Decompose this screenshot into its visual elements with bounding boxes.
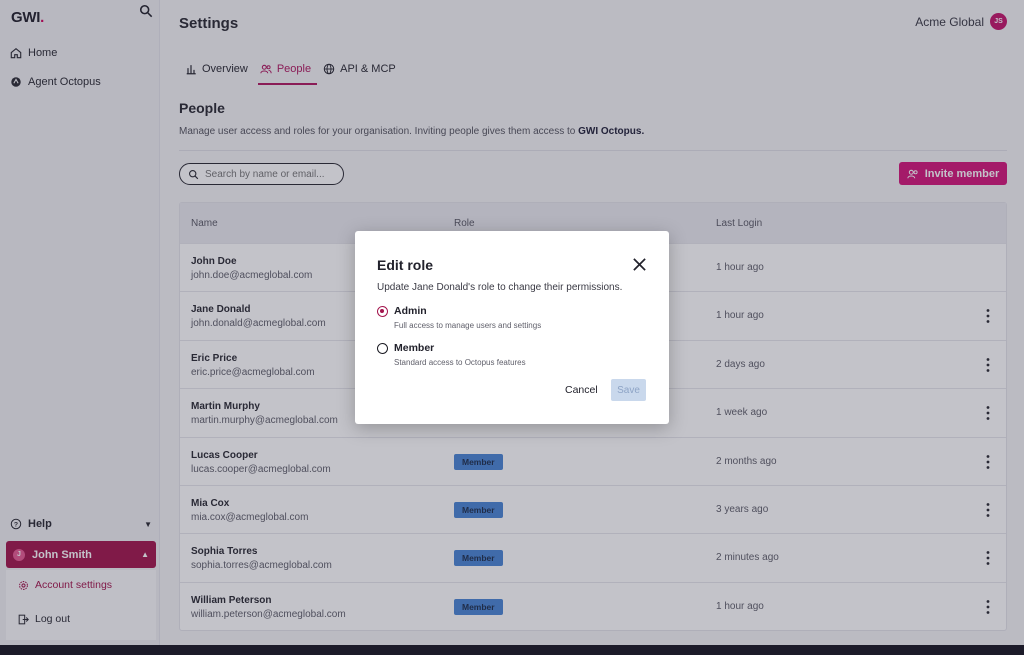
option-description: Full access to manage users and settings [394, 321, 542, 330]
role-option-member[interactable]: Member Standard access to Octopus featur… [377, 342, 526, 367]
dialog-title: Edit role [377, 257, 434, 273]
role-option-admin[interactable]: Admin Full access to manage users and se… [377, 305, 541, 330]
save-button[interactable]: Save [611, 379, 646, 401]
radio-member[interactable] [377, 343, 388, 354]
radio-admin[interactable] [377, 306, 388, 317]
edit-role-dialog: Edit role Update Jane Donald's role to c… [355, 231, 669, 424]
option-label: Admin [394, 305, 427, 317]
cancel-button[interactable]: Cancel [565, 384, 598, 396]
close-icon[interactable] [632, 257, 647, 272]
option-description: Standard access to Octopus features [394, 358, 526, 367]
dialog-description: Update Jane Donald's role to change thei… [377, 282, 623, 293]
app-root: GWI. Home Agent Octopus ? Help ▼ J John … [0, 0, 1024, 645]
option-label: Member [394, 342, 435, 354]
